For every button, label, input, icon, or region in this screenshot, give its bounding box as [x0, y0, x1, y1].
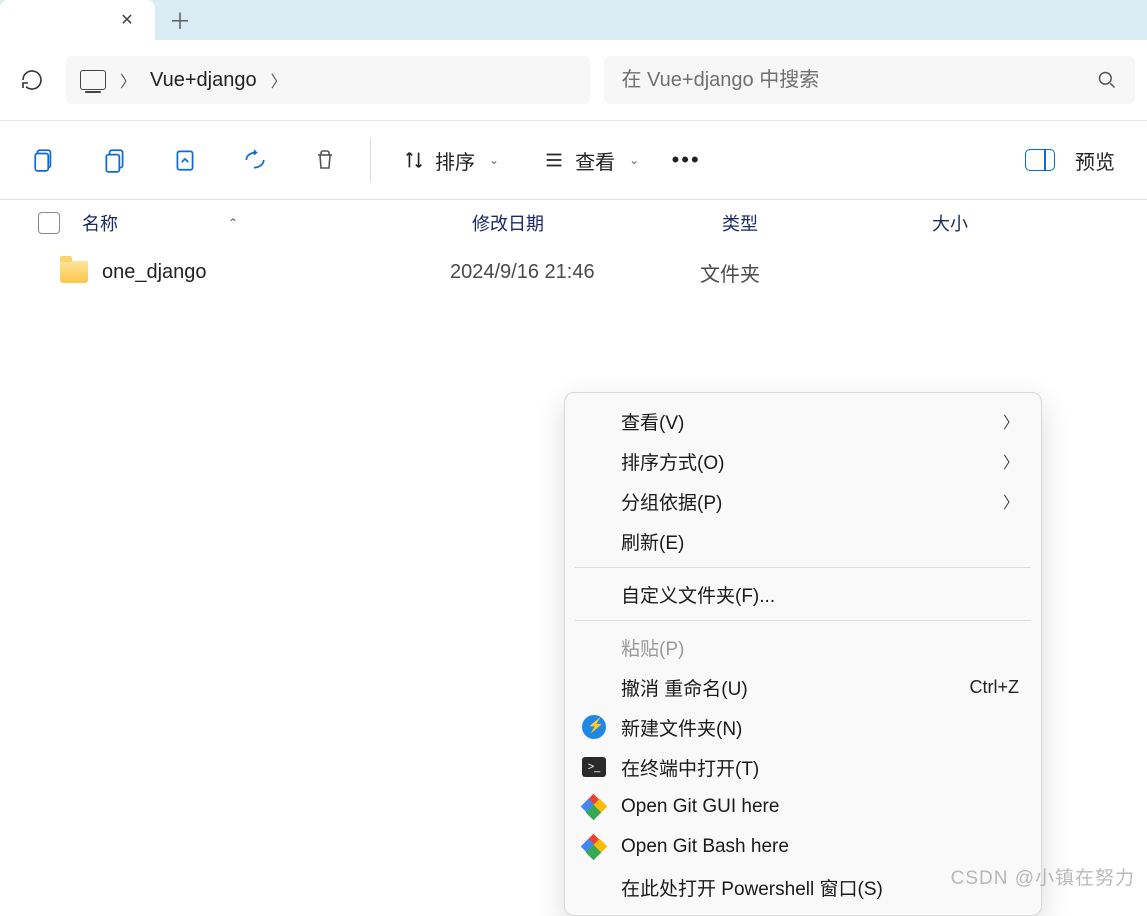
chevron-right-icon: 〉 — [1003, 489, 1019, 513]
sort-label: 排序 — [435, 146, 475, 175]
context-menu: 查看(V) 〉 排序方式(O) 〉 分组依据(P) 〉 刷新(E) 自定义文件夹… — [564, 392, 1042, 916]
preview-button[interactable]: 预览 — [1011, 136, 1129, 184]
chevron-down-icon: ⌄ — [489, 153, 499, 167]
watermark: CSDN @小镇在努力 — [951, 863, 1135, 890]
sort-indicator-icon: ⌃ — [228, 216, 238, 230]
ctx-customize-folder[interactable]: 自定义文件夹(F)... — [565, 574, 1041, 614]
preview-label: 预览 — [1075, 146, 1115, 175]
column-date[interactable]: 修改日期 — [472, 210, 722, 236]
shortcut-label: Ctrl+Z — [970, 677, 1020, 698]
git-icon — [581, 834, 607, 860]
view-button[interactable]: 查看 ⌄ — [529, 136, 653, 184]
chevron-right-icon: 〉 — [1003, 409, 1019, 433]
close-tab-icon[interactable]: ✕ — [113, 6, 141, 34]
chevron-right-icon: 〉 — [120, 68, 136, 92]
new-item-button[interactable] — [16, 136, 74, 184]
terminal-icon: >_ — [581, 754, 607, 780]
ctx-refresh[interactable]: 刷新(E) — [565, 521, 1041, 561]
delete-button[interactable] — [296, 136, 354, 184]
plus-icon: ＋ — [169, 4, 191, 36]
view-label: 查看 — [575, 146, 615, 175]
chevron-right-icon: 〉 — [1003, 449, 1019, 473]
ctx-group-by[interactable]: 分组依据(P) 〉 — [565, 481, 1041, 521]
file-name: one_django — [102, 261, 450, 284]
column-type[interactable]: 类型 — [722, 210, 932, 236]
sort-icon — [403, 149, 425, 171]
share-button[interactable] — [226, 136, 284, 184]
git-icon — [581, 794, 607, 820]
search-box[interactable] — [604, 56, 1136, 104]
view-icon — [543, 149, 565, 171]
tab-bar: ✕ ＋ — [0, 0, 1147, 40]
refresh-button[interactable] — [12, 60, 52, 100]
separator — [370, 138, 371, 182]
search-icon[interactable] — [1097, 70, 1117, 90]
cut-button[interactable] — [86, 136, 144, 184]
chevron-right-icon: 〉 — [271, 68, 287, 92]
address-bar-row: 〉 Vue+django 〉 — [0, 40, 1147, 120]
monitor-icon — [80, 70, 106, 90]
paste-button[interactable] — [156, 136, 214, 184]
ctx-view[interactable]: 查看(V) 〉 — [565, 401, 1041, 441]
select-all-checkbox[interactable] — [38, 212, 60, 234]
ctx-sort-by[interactable]: 排序方式(O) 〉 — [565, 441, 1041, 481]
file-type: 文件夹 — [700, 258, 910, 287]
sort-button[interactable]: 排序 ⌄ — [389, 136, 513, 184]
preview-pane-icon — [1025, 149, 1055, 171]
file-date: 2024/9/16 21:46 — [450, 261, 700, 284]
ctx-open-terminal[interactable]: >_ 在终端中打开(T) — [565, 747, 1041, 787]
toolbar: 排序 ⌄ 查看 ⌄ ••• 预览 — [0, 120, 1147, 200]
ctx-git-gui[interactable]: Open Git GUI here — [565, 787, 1041, 827]
ctx-paste: 粘贴(P) — [565, 627, 1041, 667]
search-input[interactable] — [622, 69, 1018, 92]
ctx-undo-rename[interactable]: 撤消 重命名(U) Ctrl+Z — [565, 667, 1041, 707]
chevron-down-icon: ⌄ — [629, 153, 639, 167]
column-size[interactable]: 大小 — [932, 210, 1052, 236]
separator — [575, 620, 1031, 621]
ctx-git-bash[interactable]: Open Git Bash here — [565, 827, 1041, 867]
ctx-new-folder[interactable]: 新建文件夹(N) — [565, 707, 1041, 747]
breadcrumb-folder[interactable]: Vue+django — [150, 69, 257, 92]
more-button[interactable]: ••• — [661, 147, 711, 173]
separator — [575, 567, 1031, 568]
breadcrumb[interactable]: 〉 Vue+django 〉 — [66, 56, 590, 104]
refresh-icon — [20, 68, 44, 92]
new-folder-icon — [581, 714, 607, 740]
column-headers: 名称 ⌃ 修改日期 类型 大小 — [0, 200, 1147, 246]
file-row[interactable]: one_django 2024/9/16 21:46 文件夹 — [0, 246, 1147, 298]
folder-icon — [60, 261, 88, 283]
active-tab[interactable]: ✕ — [0, 0, 155, 40]
new-tab-button[interactable]: ＋ — [155, 0, 205, 40]
column-name[interactable]: 名称 ⌃ — [82, 210, 472, 236]
